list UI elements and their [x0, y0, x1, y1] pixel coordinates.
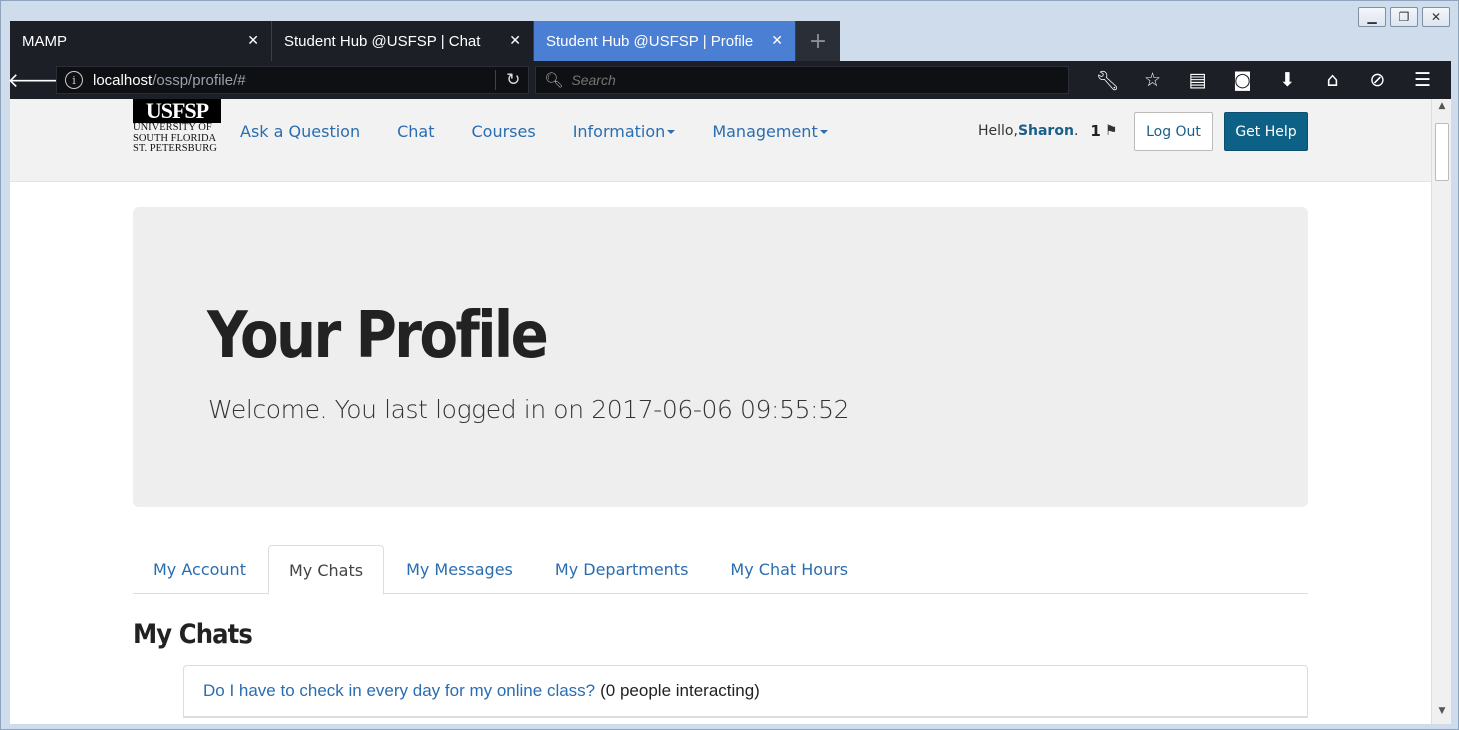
flag-icon[interactable]: ⚑: [1105, 123, 1118, 139]
window-controls: ▁ ❐ ✕: [1358, 7, 1450, 27]
chat-question-link[interactable]: Do I have to check in every day for my o…: [203, 681, 595, 701]
menu-icon[interactable]: ☰: [1400, 66, 1445, 94]
nav-management[interactable]: Management: [712, 121, 828, 141]
caret-down-icon: [667, 130, 676, 134]
logo-line-1: UNIVERSITY OF: [133, 122, 212, 133]
browser-navbar: 🡐 i localhost/ossp/profile/# ↻ 🔍︎ 🔧︎ ☆ ▤…: [7, 61, 1451, 99]
list-item: Do I have to check in every day for my o…: [184, 666, 1307, 717]
scroll-down-icon[interactable]: ▼: [1432, 706, 1452, 722]
tab-my-chats[interactable]: My Chats: [267, 545, 385, 595]
home-icon[interactable]: ⌂: [1310, 66, 1355, 94]
close-tab-icon[interactable]: ✕: [771, 33, 783, 49]
url-text[interactable]: localhost/ossp/profile/#: [93, 72, 495, 89]
nav-ask-question[interactable]: Ask a Question: [240, 122, 360, 141]
tab-my-account[interactable]: My Account: [133, 545, 266, 594]
close-tab-icon[interactable]: ✕: [509, 33, 521, 49]
user-name[interactable]: Sharon: [1018, 123, 1074, 139]
greeting-suffix: .: [1073, 123, 1079, 139]
minimize-button[interactable]: ▁: [1358, 7, 1386, 27]
nav-information-label: Information: [572, 121, 666, 141]
profile-jumbotron: Your Profile Welcome. You last logged in…: [133, 207, 1308, 507]
get-help-button[interactable]: Get Help: [1224, 112, 1308, 151]
site-header: USFSP UNIVERSITY OF SOUTH FLORIDA ST. PE…: [10, 99, 1431, 182]
tab-title: Student Hub @USFSP | Chat: [284, 32, 481, 50]
info-icon[interactable]: i: [65, 71, 83, 89]
usfsp-logo[interactable]: USFSP UNIVERSITY OF SOUTH FLORIDA ST. PE…: [133, 99, 221, 155]
logo-line-3: ST. PETERSBURG: [133, 143, 217, 154]
user-greeting: Hello, Sharon . 1 ⚑: [978, 99, 1117, 163]
tab-my-chat-hours[interactable]: My Chat Hours: [710, 545, 868, 594]
tab-title: MAMP: [22, 32, 67, 50]
close-window-button[interactable]: ✕: [1422, 7, 1450, 27]
browser-tab-mamp[interactable]: MAMP ✕: [10, 21, 272, 61]
reload-icon[interactable]: ↻: [495, 70, 520, 90]
welcome-message: Welcome. You last logged in on 2017-06-0…: [208, 395, 850, 424]
browser-tab-chat[interactable]: Student Hub @USFSP | Chat ✕: [272, 21, 534, 61]
main-nav: Ask a Question Chat Courses Information …: [240, 99, 865, 163]
logo-brand: USFSP: [133, 99, 221, 123]
sync-icon[interactable]: ⊘: [1355, 66, 1400, 94]
nav-management-label: Management: [712, 121, 818, 141]
browser-tab-profile[interactable]: Student Hub @USFSP | Profile ✕: [534, 21, 796, 61]
new-tab-button[interactable]: +: [796, 21, 840, 61]
chat-interaction-count: (0 people interacting): [600, 681, 760, 700]
reading-list-icon[interactable]: ▤: [1175, 66, 1220, 94]
pocket-icon[interactable]: ◙: [1220, 66, 1265, 94]
back-arrow-icon[interactable]: 🡐: [7, 66, 61, 94]
tab-my-messages[interactable]: My Messages: [386, 545, 533, 594]
section-title: My Chats: [133, 619, 253, 650]
flag-count[interactable]: 1: [1090, 122, 1100, 140]
page-title: Your Profile: [207, 299, 549, 373]
browser-window: ▁ ❐ ✕ MAMP ✕ Student Hub @USFSP | Chat ✕…: [0, 0, 1459, 730]
page-viewport: USFSP UNIVERSITY OF SOUTH FLORIDA ST. PE…: [10, 99, 1431, 724]
maximize-button[interactable]: ❐: [1390, 7, 1418, 27]
browser-toolbar: 🔧︎ ☆ ▤ ◙ ⬇ ⌂ ⊘ ☰: [1085, 66, 1445, 94]
star-icon[interactable]: ☆: [1130, 66, 1175, 94]
close-tab-icon[interactable]: ✕: [247, 33, 259, 49]
tab-title: Student Hub @USFSP | Profile: [546, 32, 754, 50]
profile-tabs: My Account My Chats My Messages My Depar…: [133, 545, 1308, 595]
url-host: localhost: [93, 71, 153, 89]
caret-down-icon: [819, 130, 828, 134]
nav-courses[interactable]: Courses: [471, 122, 535, 141]
download-icon[interactable]: ⬇: [1265, 66, 1310, 94]
tab-my-departments[interactable]: My Departments: [535, 545, 709, 594]
scroll-up-icon[interactable]: ▲: [1432, 101, 1452, 117]
page-scrollbar[interactable]: ▲ ▼: [1431, 99, 1451, 724]
search-icon: 🔍︎: [544, 71, 564, 89]
search-bar[interactable]: 🔍︎: [535, 66, 1069, 94]
chat-list: Do I have to check in every day for my o…: [183, 665, 1308, 718]
logout-button[interactable]: Log Out: [1134, 112, 1213, 151]
url-path: /ossp/profile/#: [152, 71, 246, 89]
greeting-prefix: Hello,: [978, 123, 1018, 139]
search-input[interactable]: [571, 72, 1060, 88]
browser-tab-strip: MAMP ✕ Student Hub @USFSP | Chat ✕ Stude…: [10, 21, 840, 61]
nav-chat[interactable]: Chat: [397, 122, 434, 141]
url-bar[interactable]: i localhost/ossp/profile/# ↻: [56, 66, 530, 94]
scrollbar-thumb[interactable]: [1435, 123, 1449, 181]
wrench-icon[interactable]: 🔧︎: [1085, 66, 1130, 94]
nav-information[interactable]: Information: [573, 122, 676, 141]
